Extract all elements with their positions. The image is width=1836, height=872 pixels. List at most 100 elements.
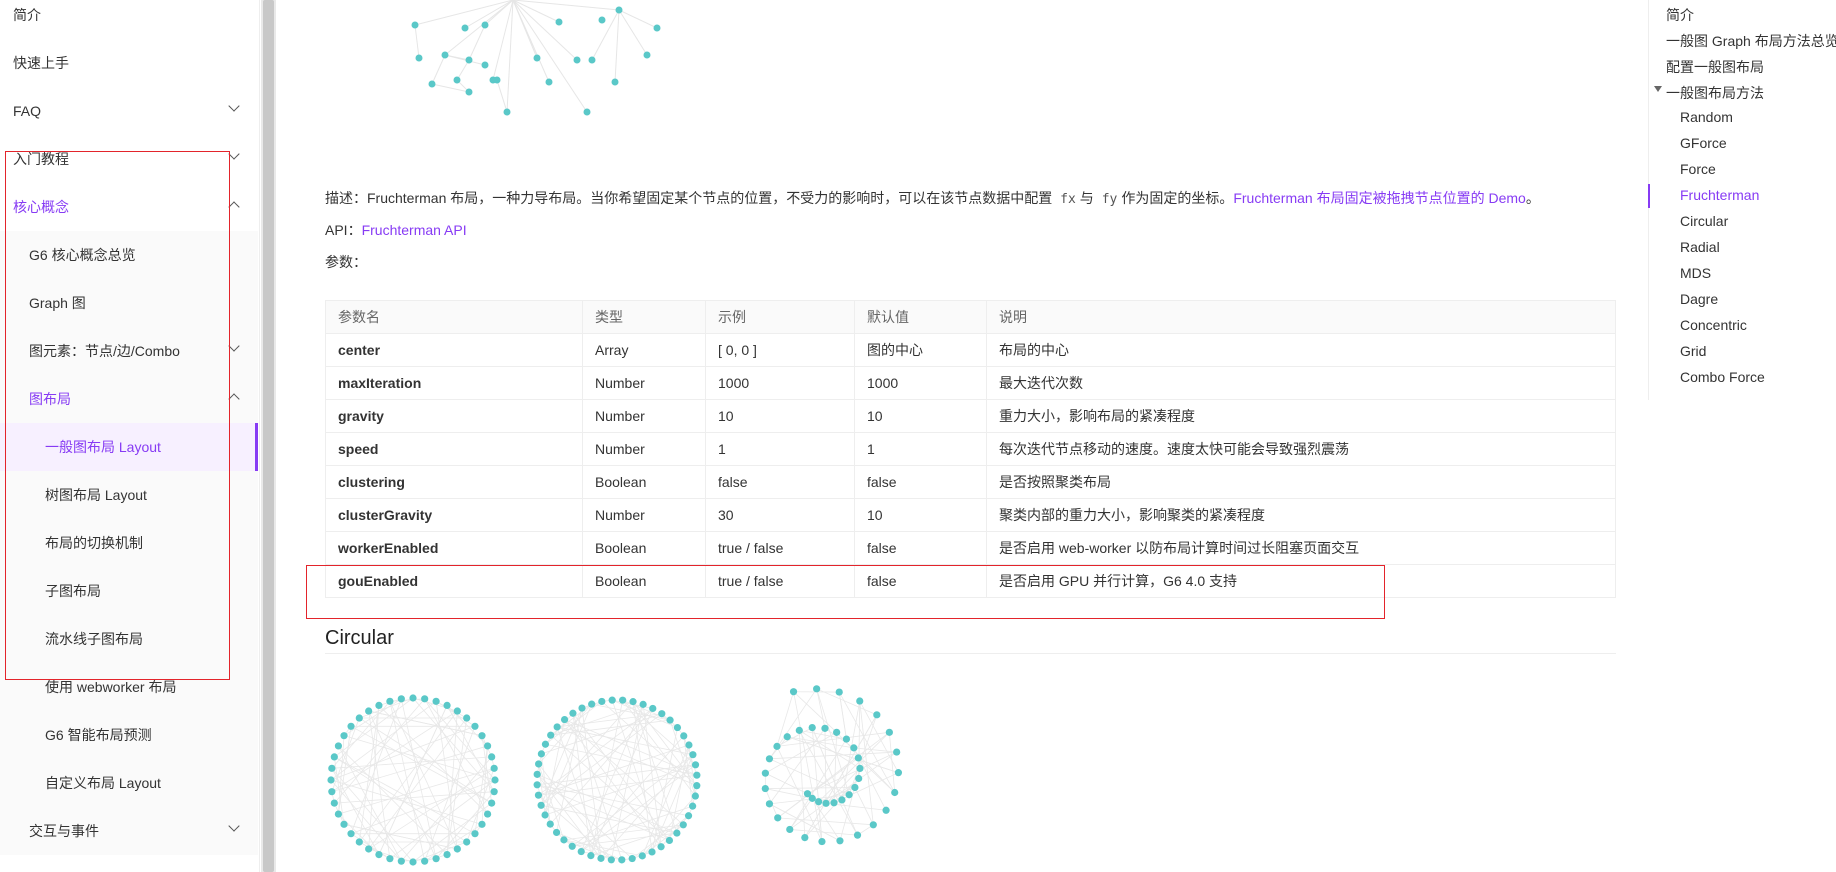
graph-node [560, 715, 569, 724]
toc-item-combo-force[interactable]: Combo Force [1680, 369, 1765, 385]
description-prefix: 描述：Fruchterman 布局，一种力导布局。当你希望固定某个节点的位置，不… [325, 190, 1053, 206]
sidebar-item-layout[interactable]: 图布局 [0, 375, 258, 423]
graph-node [483, 810, 492, 818]
circular-demo-graph-1 [327, 694, 499, 866]
toc-item-gforce[interactable]: GForce [1680, 135, 1727, 151]
sidebar-item-faq[interactable]: FAQ [0, 87, 258, 135]
sidebar-item-label: 树图布局 Layout [45, 487, 147, 503]
graph-node [386, 697, 394, 705]
table-cell: 1000 [854, 366, 987, 400]
graph-node [657, 843, 665, 851]
sidebar-item-graph[interactable]: Graph 图 [0, 279, 258, 327]
description-paragraph: 描述：Fruchterman 布局，一种力导布局。当你希望固定某个节点的位置，不… [325, 188, 1540, 208]
toc-item-mds[interactable]: MDS [1680, 265, 1711, 281]
sidebar-item-intro[interactable]: 简介 [0, 0, 258, 39]
description-suffix: 作为固定的坐标。 [1121, 190, 1234, 206]
sidebar-item-interaction[interactable]: 交互与事件 [0, 807, 258, 855]
sidebar-item-webworker-layout[interactable]: 使用 webworker 布局 [0, 663, 258, 711]
graph-node [340, 820, 348, 828]
sidebar-item-tree-layout[interactable]: 树图布局 Layout [0, 471, 258, 519]
sidebar-item-label: 流水线子图布局 [45, 631, 143, 647]
graph-node [535, 760, 543, 768]
api-line: API：Fruchterman API [325, 220, 467, 240]
table-cell: gravity [325, 399, 583, 433]
graph-node [463, 838, 471, 846]
sidebar-item-subgraph-layout[interactable]: 子图布局 [0, 567, 258, 615]
sidebar-item-quickstart[interactable]: 快速上手 [0, 39, 258, 87]
graph-node [891, 788, 899, 797]
graph-node [328, 788, 336, 796]
toc-item-radial[interactable]: Radial [1680, 239, 1720, 255]
toc-item-grid[interactable]: Grid [1680, 343, 1706, 359]
graph-node [856, 697, 864, 705]
sidebar-item-layout-switch[interactable]: 布局的切换机制 [0, 519, 258, 567]
graph-node [869, 821, 877, 829]
chevron-down-icon [228, 100, 240, 112]
toc-item-circular[interactable]: Circular [1680, 213, 1728, 229]
graph-node [801, 833, 809, 842]
graph-node [355, 838, 363, 846]
table-cell: 是否启用 web-worker 以防布局计算时间过长阻塞页面交互 [986, 531, 1616, 565]
graph-node [409, 858, 417, 866]
graph-node [648, 848, 656, 856]
table-row: clustering Boolean false false 是否按照聚类布局 [325, 465, 1616, 499]
table-of-contents: 简介 一般图 Graph 布局方法总览 配置一般图布局 一般图布局方法 Rand… [1648, 0, 1836, 400]
sidebar-item-label: 简介 [13, 7, 41, 23]
main-content: 描述：Fruchterman 布局，一种力导布局。当你希望固定某个节点的位置，不… [277, 0, 1637, 872]
sidebar-item-custom-layout[interactable]: 自定义布局 Layout [0, 759, 258, 807]
graph-edges [330, 697, 496, 863]
table-cell: [ 0, 0 ] [705, 333, 855, 367]
graph-node [638, 852, 646, 860]
table-cell: 是否启用 GPU 并行计算，G6 4.0 支持 [986, 564, 1616, 598]
toc-item-methods[interactable]: 一般图布局方法 [1666, 83, 1764, 103]
toc-item-dagre[interactable]: Dagre [1680, 291, 1718, 307]
sidebar-item-label: 子图布局 [45, 583, 101, 599]
chevron-down-icon [228, 148, 240, 160]
toc-item-force[interactable]: Force [1680, 161, 1716, 177]
sidebar-item-graph-layout[interactable]: 一般图布局 Layout [0, 423, 258, 471]
graph-node [546, 820, 554, 828]
toc-item-concentric[interactable]: Concentric [1680, 317, 1747, 333]
fruchterman-demo-link[interactable]: Fruchterman 布局固定被拖拽节点位置的 Demo [1233, 190, 1525, 206]
table-cell: Boolean [582, 564, 706, 598]
toc-item-fruchterman[interactable]: Fruchterman [1680, 187, 1759, 203]
graph-node [618, 856, 626, 864]
fruchterman-api-link[interactable]: Fruchterman API [362, 222, 467, 238]
sidebar-item-elements[interactable]: 图元素：节点/边/Combo [0, 327, 258, 375]
toc-item-intro[interactable]: 简介 [1666, 5, 1694, 25]
table-cell: 1 [705, 432, 855, 466]
toc-active-indicator [1648, 184, 1650, 208]
toc-item-random[interactable]: Random [1680, 109, 1733, 125]
graph-node [693, 771, 701, 779]
graph-node [533, 781, 541, 789]
graph-node [397, 857, 405, 865]
graph-node [471, 722, 479, 730]
graph-node [478, 732, 486, 740]
chevron-up-icon [228, 393, 240, 405]
table-cell: Number [582, 399, 706, 433]
table-cell: 10 [854, 399, 987, 433]
graph-node [443, 701, 451, 710]
scrollbar-thumb[interactable] [263, 0, 274, 872]
sidebar-item-tutorial[interactable]: 入门教程 [0, 135, 258, 183]
table-cell: Number [582, 366, 706, 400]
caret-down-icon [1654, 86, 1662, 92]
graph-node [815, 798, 823, 806]
description-end: 。 [1525, 190, 1540, 206]
sidebar-item-pipeline-layout[interactable]: 流水线子图布局 [0, 615, 258, 663]
graph-node [619, 696, 627, 704]
toc-item-config[interactable]: 配置一般图布局 [1666, 57, 1764, 77]
table-header-row: 参数名 类型 示例 默认值 说明 [325, 300, 1616, 334]
graph-node [328, 764, 336, 772]
sidebar-item-core-overview[interactable]: G6 核心概念总览 [0, 231, 258, 279]
graph-node [666, 716, 674, 724]
sidebar-item-layout-predict[interactable]: G6 智能布局预测 [0, 711, 258, 759]
code-fx: fx [1060, 192, 1076, 207]
params-label: 参数： [325, 254, 367, 270]
toc-item-overview[interactable]: 一般图 Graph 布局方法总览 [1666, 31, 1836, 51]
table-cell: Number [582, 432, 706, 466]
graph-node [789, 688, 798, 696]
graph-node [483, 742, 492, 750]
sidebar-item-core-concepts[interactable]: 核心概念 [0, 183, 258, 231]
table-row: maxIteration Number 1000 1000 最大迭代次数 [325, 366, 1616, 400]
